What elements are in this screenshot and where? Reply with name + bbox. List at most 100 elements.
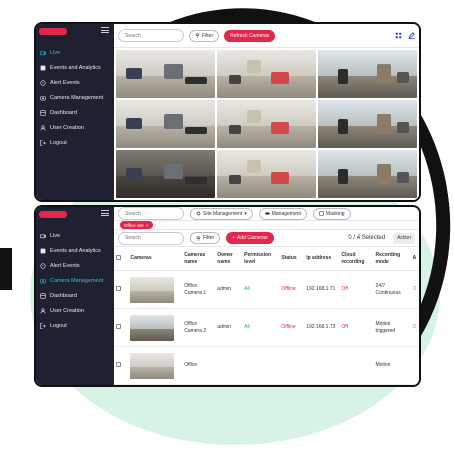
owner-name: admin [217, 324, 231, 330]
column-header: Status [281, 255, 297, 261]
camera-feed[interactable] [116, 50, 215, 98]
owner-name: admin [217, 286, 231, 292]
mask-icon [319, 211, 324, 216]
sidebar-item-alert-events[interactable]: Alert Events [36, 258, 114, 273]
filter-button[interactable]: Filter [190, 232, 221, 244]
table-row[interactable]: Office Camera 2 admin All Offline 192.168.1.… [114, 309, 419, 347]
management-label: Management [271, 210, 301, 217]
menu-collapse-icon[interactable] [101, 27, 109, 33]
cloud-recording [339, 347, 373, 385]
sidebar-item-label: User Creation [50, 307, 84, 314]
sidebar-nav: Live Events and Analytics Alert Events Came… [36, 45, 114, 150]
brand-logo [39, 211, 67, 218]
row-checkbox[interactable] [114, 271, 128, 309]
chevron-down-icon: ▾ [244, 210, 247, 217]
filter-label: Filter [202, 32, 214, 39]
sidebar-item-dashboard[interactable]: Dashboard [36, 288, 114, 303]
camera-search-input[interactable] [118, 231, 184, 245]
table-header: Cameras Cameras name Owner name Permission … [114, 246, 419, 271]
camera-thumbnail[interactable] [128, 347, 182, 385]
settings-icon [196, 211, 201, 216]
sidebar-item-user-creation[interactable]: User Creation [36, 120, 114, 135]
refresh-cameras-button[interactable]: Refresh Cameras [224, 29, 276, 42]
sidebar-item-logout[interactable]: Logout [36, 135, 114, 150]
camera-feed[interactable] [217, 150, 316, 198]
close-icon[interactable]: × [146, 223, 149, 228]
select-all-checkbox[interactable] [114, 247, 128, 271]
events-icon [40, 65, 46, 71]
sidebar-item-camera-management[interactable]: Camera Management [36, 273, 114, 288]
site-management-dropdown[interactable]: Site Management ▾ [190, 207, 253, 220]
camera-thumbnail[interactable] [128, 271, 182, 309]
column-header: Cloud recording [341, 251, 365, 265]
masking-button[interactable]: Masking [312, 207, 351, 220]
sidebar-item-label: Logout [50, 322, 67, 329]
camera-icon [40, 95, 46, 101]
camera-grid [114, 48, 419, 200]
column-header: Cameras [130, 255, 152, 261]
camera-feed[interactable] [116, 150, 215, 198]
filter-button[interactable]: Filter [189, 29, 220, 42]
masking-label: Masking [325, 210, 345, 217]
row-checkbox[interactable] [114, 309, 128, 347]
filter-label: Filter [203, 235, 215, 241]
cloud-recording: Off [341, 324, 348, 330]
extra-column-cell: O [412, 286, 417, 292]
table-row[interactable]: Office Camera 1 admin All Offline 192.168.1.… [114, 271, 419, 309]
camera-thumbnail[interactable] [128, 309, 182, 347]
sidebar: Live Events and Analytics Alert Events Came… [36, 24, 114, 200]
sidebar-item-label: Logout [50, 139, 67, 146]
row-checkbox[interactable] [114, 347, 128, 385]
camera-feed[interactable] [318, 150, 417, 198]
sidebar-item-label: Events and Analytics [50, 247, 101, 254]
sidebar: Live Events and Analytics Alert Events Came… [36, 207, 114, 385]
column-header: Permission level [244, 251, 272, 265]
dashboard-icon [40, 109, 46, 116]
sidebar-item-camera-management[interactable]: Camera Management [36, 90, 114, 105]
camera-feed[interactable] [217, 50, 316, 98]
selection-count: 0 / 4 Selected [348, 235, 386, 241]
camera-feed[interactable] [116, 100, 215, 148]
camera-feed[interactable] [318, 100, 417, 148]
active-filters: Office site × [114, 221, 419, 230]
extra-column-cell: O [412, 324, 417, 330]
management-button[interactable]: Management [258, 207, 307, 220]
live-icon [40, 50, 46, 56]
sidebar-item-dashboard[interactable]: Dashboard [36, 105, 114, 120]
sidebar-item-label: Camera Management [50, 277, 104, 284]
extra-column-cell [411, 347, 419, 385]
add-cameras-button[interactable]: + Add Cameras [226, 232, 274, 244]
status-badge [279, 347, 304, 385]
sidebar-item-live[interactable]: Live [36, 45, 114, 60]
camera-feed[interactable] [318, 50, 417, 98]
sidebar-nav: Live Events and Analytics Alert Events Came… [36, 228, 114, 333]
site-search-input[interactable] [118, 207, 184, 220]
cameras-table: Cameras Cameras name Owner name Permission … [114, 246, 419, 385]
owner-name [215, 347, 242, 385]
sidebar-item-alert-events[interactable]: Alert Events [36, 75, 114, 90]
sidebar-item-user-creation[interactable]: User Creation [36, 303, 114, 318]
search-input[interactable] [118, 29, 184, 42]
site-filter-bar: Site Management ▾ Management Masking [114, 207, 419, 221]
sidebar-item-events-and-analytics[interactable]: Events and Analytics [36, 243, 114, 258]
sidebar-item-label: Dashboard [50, 292, 77, 299]
camera-management-main: Site Management ▾ Management Masking Off… [114, 207, 419, 385]
status-badge: Offline [281, 324, 296, 330]
table-row[interactable]: Office Motion [114, 347, 419, 385]
ip-address: 192.168.1.71 [306, 286, 336, 292]
live-main: Filter Refresh Cameras [114, 24, 419, 200]
camera-feed[interactable] [217, 100, 316, 148]
action-button[interactable]: Action [393, 232, 415, 244]
site-chip[interactable]: Office site × [120, 221, 153, 229]
sidebar-item-events-and-analytics[interactable]: Events and Analytics [36, 60, 114, 75]
menu-collapse-icon[interactable] [101, 210, 109, 216]
edit-icon[interactable] [407, 32, 415, 40]
brand-logo [39, 28, 67, 35]
camera-name: Office Camera 2 [184, 320, 207, 334]
user-icon [40, 307, 46, 314]
grid-layout-icon[interactable] [394, 32, 402, 40]
filter-icon [196, 236, 201, 240]
sidebar-item-live[interactable]: Live [36, 228, 114, 243]
sidebar-item-logout[interactable]: Logout [36, 318, 114, 333]
camera-name: Office Camera 1 [184, 282, 207, 296]
